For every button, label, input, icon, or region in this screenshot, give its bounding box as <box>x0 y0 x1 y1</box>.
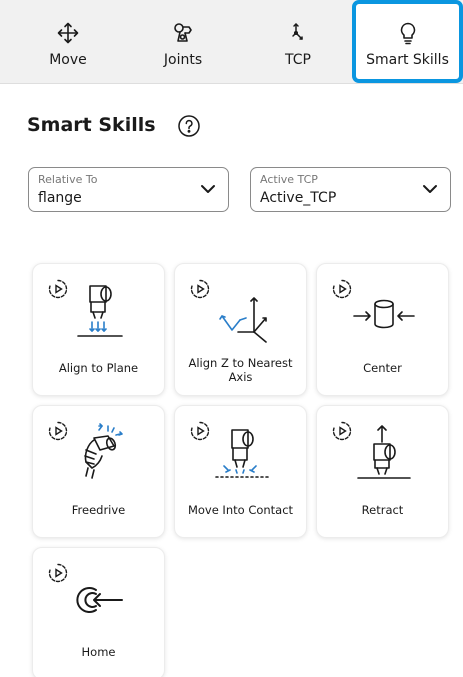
center-icon <box>353 299 415 329</box>
home-icon <box>76 587 123 613</box>
skill-card-label: Home <box>81 645 116 659</box>
skill-card-label: Align to Plane <box>58 361 139 375</box>
align-to-plane-icon <box>77 285 123 337</box>
tab-move[interactable]: Move <box>28 0 108 84</box>
tab-label: Smart Skills <box>366 52 449 68</box>
tab-bar: Move Joints TCP Smart Skills <box>0 0 463 84</box>
skill-card-retract[interactable]: Retract <box>316 405 449 538</box>
help-circle-icon[interactable] <box>177 114 201 138</box>
tab-tcp[interactable]: TCP <box>258 0 338 84</box>
relative-to-label: Relative To <box>38 173 98 186</box>
move-arrows-icon <box>55 20 81 46</box>
relative-to-value: flange <box>38 190 82 206</box>
active-tcp-value: Active_TCP <box>260 190 337 206</box>
skill-card-label: Retract <box>361 503 404 517</box>
chevron-down-icon <box>423 185 437 193</box>
skill-card-label: Freedrive <box>71 503 126 517</box>
skill-card-align-to-plane[interactable]: Align to Plane <box>32 263 165 396</box>
align-z-axis-icon <box>219 297 267 343</box>
skill-card-label: Align Z to Nearest Axis <box>188 356 293 384</box>
skill-card-freedrive[interactable]: Freedrive <box>32 405 165 538</box>
tab-joints[interactable]: Joints <box>143 0 223 84</box>
tab-label: TCP <box>285 52 311 68</box>
skill-card-align-z-axis[interactable]: Align Z to Nearest Axis <box>174 263 307 396</box>
active-tcp-dropdown[interactable]: Active TCP Active_TCP <box>250 167 451 212</box>
chevron-down-icon <box>201 185 215 193</box>
lightbulb-icon <box>395 20 421 46</box>
active-tcp-label: Active TCP <box>260 173 318 186</box>
page-title: Smart Skills <box>27 114 156 136</box>
tab-smart-skills[interactable]: Smart Skills <box>352 0 463 83</box>
freedrive-icon <box>84 423 123 479</box>
relative-to-dropdown[interactable]: Relative To flange <box>28 167 229 212</box>
skill-card-home[interactable]: Home <box>32 547 165 677</box>
retract-icon <box>357 425 411 479</box>
skill-card-label: Center <box>363 361 402 375</box>
tcp-axes-icon <box>285 20 311 46</box>
tab-label: Move <box>49 52 87 68</box>
joint-icon <box>170 20 196 46</box>
move-into-contact-icon <box>215 429 269 478</box>
tab-label: Joints <box>163 52 203 68</box>
skill-card-center[interactable]: Center <box>316 263 449 396</box>
skill-card-label: Move Into Contact <box>187 503 294 517</box>
skill-card-move-into-contact[interactable]: Move Into Contact <box>174 405 307 538</box>
